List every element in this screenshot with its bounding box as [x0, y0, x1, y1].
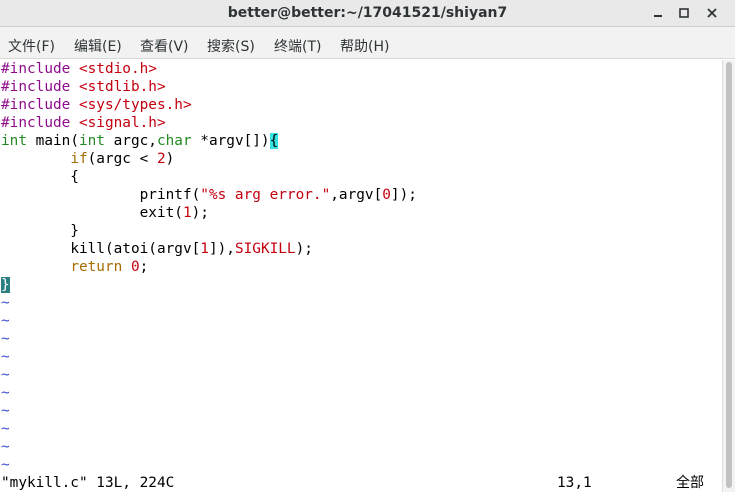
empty-line-marker: ~ [1, 349, 10, 365]
preprocessor-directive: #include [1, 115, 79, 131]
empty-line-marker: ~ [1, 385, 10, 401]
menu-help[interactable]: 帮助(H) [340, 36, 389, 56]
code-text: ,argv[ [330, 187, 383, 203]
preprocessor-directive: #include [1, 97, 79, 113]
status-cursor-position: 13,1 [557, 475, 592, 491]
header-name: <stdlib.h> [78, 79, 166, 95]
empty-line-marker: ~ [1, 295, 10, 311]
number-literal: 0 [382, 187, 391, 203]
code-text: printf( [139, 187, 201, 203]
control-keyword: return [70, 259, 123, 275]
menu-edit[interactable]: 编辑(E) [74, 36, 122, 56]
empty-line-marker: ~ [1, 367, 10, 383]
type-keyword: char [156, 133, 192, 149]
window-title: better@better:~/17041521/shiyan7 [227, 5, 508, 21]
scrollbar-thumb[interactable] [726, 62, 732, 488]
code-text: ; [139, 259, 149, 275]
code-line-5: int main(int argc,char *argv[]){ [1, 132, 279, 150]
preprocessor-directive: #include [1, 61, 79, 77]
status-scroll-position: 全部 [676, 475, 704, 491]
code-text: main( [27, 133, 79, 149]
number-literal: 1 [182, 205, 192, 221]
matching-brace: { [269, 133, 279, 149]
code-text: kill(atoi(argv[ [70, 241, 201, 257]
code-text: *argv[]) [191, 133, 270, 149]
empty-line-marker: ~ [1, 313, 10, 329]
type-keyword: int [1, 133, 27, 149]
terminal-editor[interactable]: #include <stdio.h> #include <stdlib.h> #… [0, 60, 722, 469]
code-text: ]), [208, 241, 235, 257]
code-line-1: #include <stdio.h> [1, 60, 157, 78]
code-line-13: } [1, 276, 10, 294]
empty-line-marker: ~ [1, 421, 10, 437]
empty-line-marker: ~ [1, 457, 10, 469]
code-line-12: return 0; [1, 258, 148, 276]
status-file-info: "mykill.c" 13L, 224C [1, 475, 175, 491]
code-line-3: #include <sys/types.h> [1, 96, 192, 114]
menu-file[interactable]: 文件(F) [8, 36, 55, 56]
code-text: ); [191, 205, 209, 221]
empty-line-marker: ~ [1, 439, 10, 455]
code-text: (argc < [87, 151, 157, 167]
code-text: exit( [139, 205, 183, 221]
code-text: ]); [390, 187, 417, 203]
number-literal: 2 [156, 151, 166, 167]
header-name: <signal.h> [78, 115, 166, 131]
menu-bar: 文件(F) 编辑(E) 查看(V) 搜索(S) 终端(T) 帮助(H) [0, 27, 735, 59]
minimize-icon[interactable] [649, 5, 667, 21]
code-line-9: exit(1); [1, 204, 209, 222]
number-literal: 1 [200, 241, 209, 257]
empty-line-marker: ~ [1, 331, 10, 347]
empty-line-marker: ~ [1, 403, 10, 419]
menu-search[interactable]: 搜索(S) [207, 36, 255, 56]
text-cursor: } [1, 277, 10, 293]
code-text: ) [165, 151, 175, 167]
preprocessor-directive: #include [1, 79, 79, 95]
code-line-8: printf("%s arg error.",argv[0]); [1, 186, 417, 204]
code-line-6: if(argc < 2) [1, 150, 174, 168]
code-text: ); [295, 241, 313, 257]
menu-view[interactable]: 查看(V) [140, 36, 189, 56]
code-text: argc, [104, 133, 157, 149]
control-keyword: if [70, 151, 88, 167]
code-line-11: kill(atoi(argv[1]),SIGKILL); [1, 240, 313, 258]
window-titlebar: better@better:~/17041521/shiyan7 [0, 0, 735, 27]
code-line-10: } [1, 223, 79, 239]
type-keyword: int [78, 133, 105, 149]
vertical-scrollbar[interactable] [722, 60, 735, 492]
constant-name: SIGKILL [234, 241, 296, 257]
close-icon[interactable] [703, 5, 721, 21]
code-line-4: #include <signal.h> [1, 114, 166, 132]
code-line-7: { [1, 169, 79, 185]
maximize-icon[interactable] [675, 5, 693, 21]
code-line-2: #include <stdlib.h> [1, 78, 166, 96]
header-name: <stdio.h> [78, 61, 157, 77]
menu-terminal[interactable]: 终端(T) [274, 36, 321, 56]
header-name: <sys/types.h> [78, 97, 192, 113]
string-literal: "%s arg error." [200, 187, 331, 203]
number-literal: 0 [130, 259, 140, 275]
